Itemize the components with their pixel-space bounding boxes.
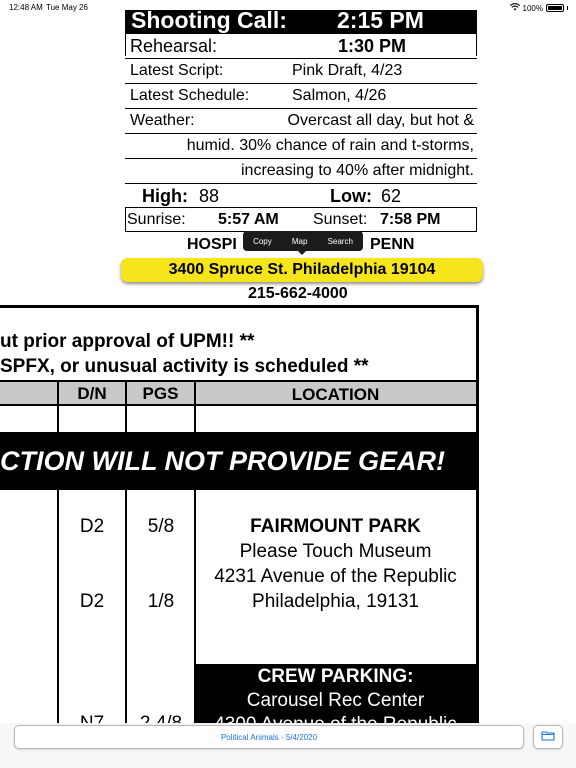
row-1-pgs: 5/8 xyxy=(147,516,175,537)
location-line-1: Please Touch Museum xyxy=(239,541,432,562)
text-selection-menu: Copy Map Search xyxy=(243,231,363,251)
status-date: Tue May 26 xyxy=(46,3,88,12)
gear-warning-banner: CTION WILL NOT PROVIDE GEAR! xyxy=(0,432,476,490)
battery-icon xyxy=(546,4,564,12)
copy-menu-item[interactable]: Copy xyxy=(253,237,272,246)
location-name: FAIRMOUNT PARK xyxy=(250,516,421,537)
shooting-call-time: 2:15 PM xyxy=(337,10,424,33)
weather-line-1: Overcast all day, but hot & xyxy=(287,112,474,129)
folder-icon xyxy=(541,728,555,746)
weather-label: Weather: xyxy=(130,112,195,129)
sunrise-label: Sunrise: xyxy=(127,211,186,228)
dn-header: D/N xyxy=(77,384,107,403)
high-label: High: xyxy=(142,186,188,206)
crew-parking-line-1: Carousel Rec Center xyxy=(246,690,425,711)
notice-line-1: ut prior approval of UPM!! ** xyxy=(0,331,255,352)
weather-line-2: humid. 30% chance of rain and t-storms, xyxy=(186,137,474,154)
sunrise-value: 5:57 AM xyxy=(218,211,279,228)
high-value: 88 xyxy=(199,186,220,206)
rehearsal-time: 1:30 PM xyxy=(338,36,407,56)
table-right-border xyxy=(476,305,479,725)
map-menu-item[interactable]: Map xyxy=(292,237,308,246)
shooting-call-bar: Shooting Call: 2:15 PM xyxy=(125,10,477,34)
battery-percent: 100% xyxy=(522,3,543,13)
latest-script-value: Pink Draft, 4/23 xyxy=(292,62,403,79)
shooting-call-label: Shooting Call: xyxy=(131,10,287,33)
document-title-button[interactable]: Political Animals - 5/4/2020 xyxy=(14,725,524,749)
location-header: LOCATION xyxy=(291,385,380,404)
sunset-value: 7:58 PM xyxy=(380,211,441,228)
low-value: 62 xyxy=(381,186,402,206)
search-menu-item[interactable]: Search xyxy=(328,237,353,246)
sunset-label: Sunset: xyxy=(313,211,368,228)
header-box-left-border xyxy=(125,34,126,56)
status-time: 12:48 AM xyxy=(9,3,43,12)
rehearsal-label: Rehearsal: xyxy=(130,36,218,56)
latest-script-label: Latest Script: xyxy=(130,62,224,79)
location-line-3: Philadelphia, 19131 xyxy=(252,591,419,612)
crew-parking-box: CREW PARKING: Carousel Rec Center 4300 A… xyxy=(195,664,476,735)
pgs-header: PGS xyxy=(142,384,179,403)
gear-warning-text: CTION WILL NOT PROVIDE GEAR! xyxy=(0,446,445,476)
row-2-dn: D2 xyxy=(79,591,105,612)
wifi-icon xyxy=(509,3,520,13)
selected-address[interactable]: 3400 Spruce St. Philadelphia 19104 xyxy=(121,258,483,282)
latest-schedule-label: Latest Schedule: xyxy=(130,87,250,104)
location-line-2: 4231 Avenue of the Republic xyxy=(214,566,457,587)
menu-pointer xyxy=(297,250,307,255)
latest-schedule-value: Salmon, 4/26 xyxy=(292,87,387,104)
row-1-dn: D2 xyxy=(79,516,105,537)
hospital-name-right: PENN xyxy=(370,236,415,253)
header-box-right-border xyxy=(476,34,477,56)
row-2-pgs: 1/8 xyxy=(147,591,175,612)
folder-button[interactable] xyxy=(533,725,563,749)
crew-parking-title: CREW PARKING: xyxy=(257,666,414,687)
weather-line-3: increasing to 40% after midnight. xyxy=(240,162,474,179)
table-top-border xyxy=(0,305,478,308)
notice-line-2: SPFX, or unusual activity is scheduled *… xyxy=(0,356,369,377)
hospital-name-left: HOSPI xyxy=(187,236,237,253)
hospital-phone[interactable]: 215-662-4000 xyxy=(248,284,348,304)
low-label: Low: xyxy=(330,186,372,206)
status-right: 100% xyxy=(509,3,568,13)
